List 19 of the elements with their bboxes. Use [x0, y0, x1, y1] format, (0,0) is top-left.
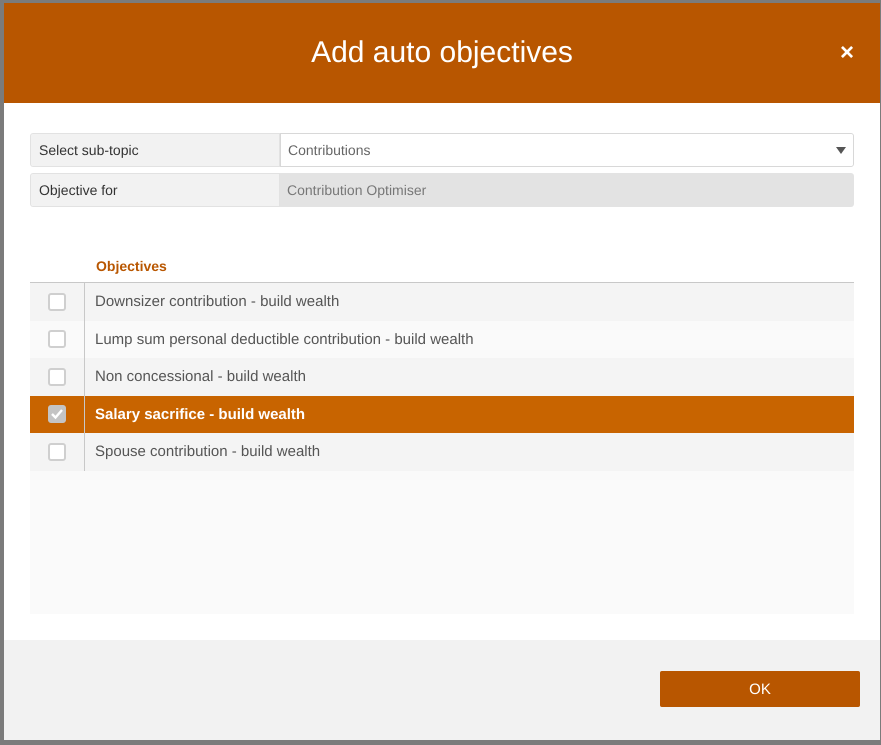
close-button[interactable]: × — [840, 41, 854, 65]
ok-button[interactable]: OK — [660, 671, 860, 707]
checkbox[interactable] — [48, 405, 66, 424]
sub-topic-dropdown[interactable]: Contributions — [280, 133, 854, 167]
objective-row[interactable]: Non concessional - build wealth — [30, 358, 854, 396]
dialog-title: Add auto objectives — [311, 36, 573, 70]
checkbox[interactable] — [48, 330, 66, 348]
objective-row[interactable]: Lump sum personal deductible contribution - build wealth — [30, 320, 854, 358]
checkbox[interactable] — [48, 368, 66, 386]
objective-row[interactable]: Downsizer contribution - build wealth — [30, 283, 854, 320]
field-label: Objective for — [30, 173, 280, 207]
column-header: Objectives — [95, 258, 167, 274]
checkbox[interactable] — [48, 292, 66, 311]
field-label: Select sub-topic — [30, 133, 280, 167]
readonly-field: Contribution Optimiser — [280, 173, 854, 207]
caret-icon — [836, 146, 846, 154]
objective-row[interactable]: Spouse contribution - build wealth — [30, 433, 854, 470]
checkbox[interactable] — [48, 442, 66, 461]
objective-row[interactable]: Salary sacrifice - build wealth — [30, 396, 854, 433]
